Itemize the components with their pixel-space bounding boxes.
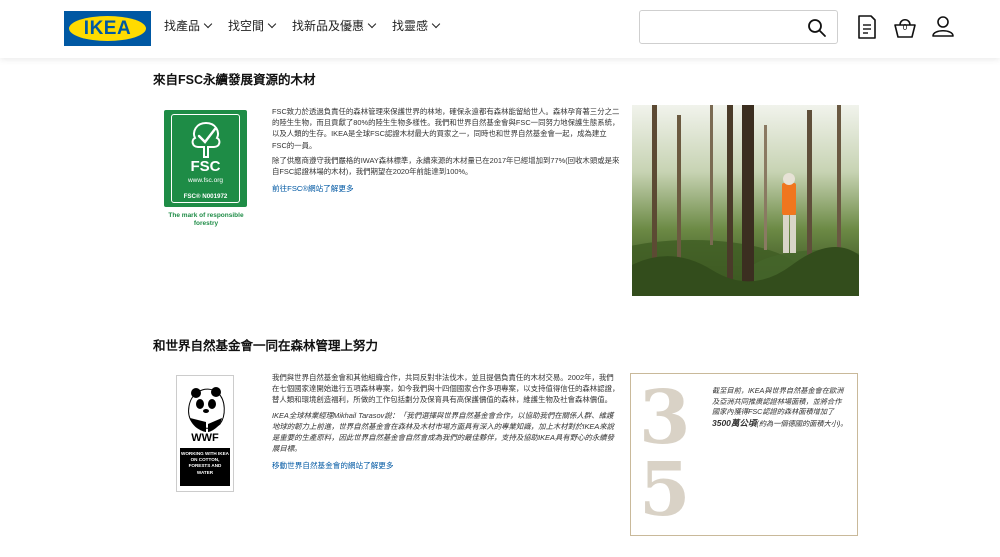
tree-check-icon bbox=[191, 121, 221, 158]
wwf-more-link[interactable]: 移動世界自然基金會的網站了解更多 bbox=[272, 460, 394, 471]
stat-number: 35 bbox=[639, 375, 691, 533]
search-box[interactable] bbox=[639, 10, 838, 44]
fsc-section-title: 來自FSC永續發展資源的木材 bbox=[153, 73, 316, 87]
wwf-logo: WWF WORKING WITH IKEA ON COTTON, FORESTS… bbox=[176, 375, 234, 492]
nav-label: 找空間 bbox=[228, 19, 265, 33]
stat-highlight: 3500萬公頃 bbox=[712, 417, 757, 428]
fsc-more-link[interactable]: 前往FSC®網站了解更多 bbox=[272, 183, 354, 194]
fsc-logo-tagline: The mark of responsible forestry bbox=[168, 212, 244, 227]
fsc-logo-name: FSC bbox=[190, 158, 221, 175]
nav-label: 找產品 bbox=[164, 19, 201, 33]
shopping-list-icon[interactable] bbox=[855, 14, 879, 40]
fsc-description: FSC致力於透過負責任的森林管理來保護世界的林地，確保永遠都有森林能留給世人。森… bbox=[272, 106, 620, 194]
forest-illustration bbox=[632, 105, 859, 296]
header-icons: 0 bbox=[855, 14, 955, 40]
main-nav: 找產品 找空間 找新品及優惠 找靈感 bbox=[164, 17, 441, 34]
chevron-down-icon bbox=[267, 19, 277, 28]
nav-item-inspiration[interactable]: 找靈感 bbox=[392, 17, 441, 34]
fsc-logo-url: www.fsc.org bbox=[187, 177, 224, 184]
user-icon[interactable] bbox=[931, 14, 955, 40]
stat-text-after: (約為一個德國的面積大小)。 bbox=[756, 418, 848, 428]
panda-icon bbox=[188, 387, 225, 432]
chevron-down-icon bbox=[367, 19, 377, 28]
nav-item-rooms[interactable]: 找空間 bbox=[228, 17, 277, 34]
cart-count: 0 bbox=[902, 23, 908, 32]
ikea-logo[interactable]: IKEA bbox=[64, 11, 151, 46]
nav-item-new-offers[interactable]: 找新品及優惠 bbox=[292, 17, 377, 34]
nav-item-products[interactable]: 找產品 bbox=[164, 17, 213, 34]
wwf-logo-name: WWF bbox=[191, 432, 219, 444]
nav-label: 找新品及優惠 bbox=[292, 19, 365, 33]
search-icon[interactable] bbox=[807, 18, 827, 38]
stat-description: 截至目前，IKEA與世界自然基金會在歐洲及亞洲共同推廣認證林場面積，並將合作國家… bbox=[712, 386, 848, 429]
site-header: IKEA 找產品 找空間 找新品及優惠 找靈感 0 bbox=[0, 0, 1000, 58]
wwf-paragraph-2: IKEA全球林業經理Mikhail Tarasov說：「我們選擇與世界自然基金會… bbox=[272, 410, 615, 454]
fsc-paragraph-1: FSC致力於透過負責任的森林管理來保護世界的林地，確保永遠都有森林能留給世人。森… bbox=[272, 107, 620, 150]
wwf-description: 我們與世界自然基金會和其他組織合作，共同反對非法伐木，並且提倡負責任的木材交易。… bbox=[272, 372, 620, 472]
wwf-section-title: 和世界自然基金會一同在森林管理上努力 bbox=[153, 339, 379, 353]
wwf-paragraph-1: 我們與世界自然基金會和其他組織合作，共同反對非法伐木，並且提倡負責任的木材交易。… bbox=[272, 373, 620, 405]
cart-button[interactable]: 0 bbox=[893, 14, 917, 40]
stat-card: 35 截至目前，IKEA與世界自然基金會在歐洲及亞洲共同推廣認證林場面積，並將合… bbox=[630, 373, 858, 536]
chevron-down-icon bbox=[431, 19, 441, 28]
fsc-paragraph-2: 除了供應商遵守我們嚴格的IWAY森林標準，永續來源的木材量已在2017年已經增加… bbox=[272, 155, 620, 177]
logo-text: IKEA bbox=[83, 18, 132, 39]
search-input[interactable] bbox=[648, 11, 808, 43]
chevron-down-icon bbox=[203, 19, 213, 28]
nav-label: 找靈感 bbox=[392, 19, 429, 33]
wwf-logo-subtitle: WORKING WITH IKEA ON COTTON, FORESTS AND… bbox=[180, 448, 230, 486]
forest-worker-photo bbox=[632, 105, 859, 296]
fsc-logo-code: FSC® N001972 bbox=[183, 193, 228, 200]
stat-text-before: 截至目前，IKEA與世界自然基金會在歐洲及亞洲共同推廣認證林場面積，並將合作國家… bbox=[712, 386, 844, 417]
